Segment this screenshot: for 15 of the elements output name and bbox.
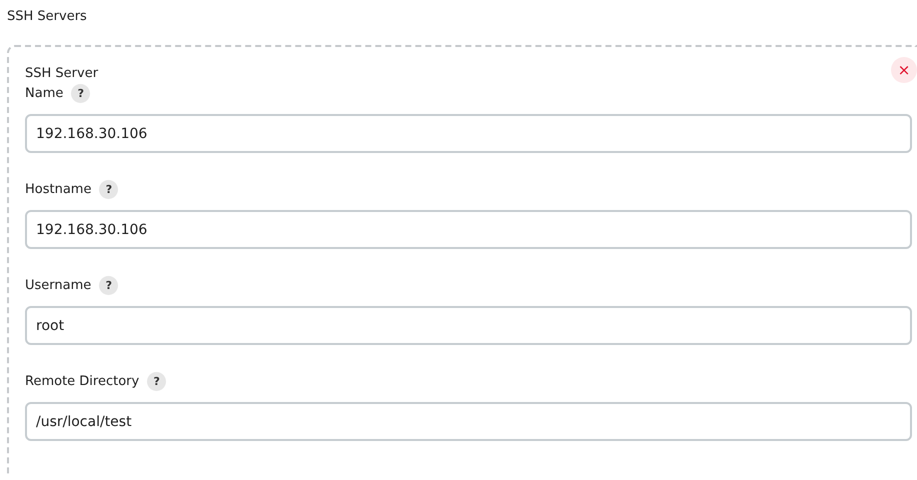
- section-title: SSH Servers: [7, 8, 88, 26]
- help-button[interactable]: ?: [147, 372, 166, 390]
- field-label: Username: [25, 278, 92, 292]
- text-field[interactable]: 192.168.30.106: [25, 114, 912, 153]
- field-label: Name: [25, 86, 64, 100]
- help-button[interactable]: ?: [99, 180, 118, 198]
- text-field[interactable]: root: [25, 306, 912, 345]
- server-title: SSH Server: [25, 65, 98, 83]
- close-button[interactable]: ×: [891, 57, 917, 83]
- help-button[interactable]: ?: [71, 84, 90, 102]
- field-label: Remote Directory: [25, 374, 140, 388]
- field-label: Hostname: [25, 182, 92, 196]
- text-field[interactable]: /usr/local/test: [25, 402, 912, 441]
- text-field[interactable]: 192.168.30.106: [25, 210, 912, 249]
- help-button[interactable]: ?: [99, 276, 118, 294]
